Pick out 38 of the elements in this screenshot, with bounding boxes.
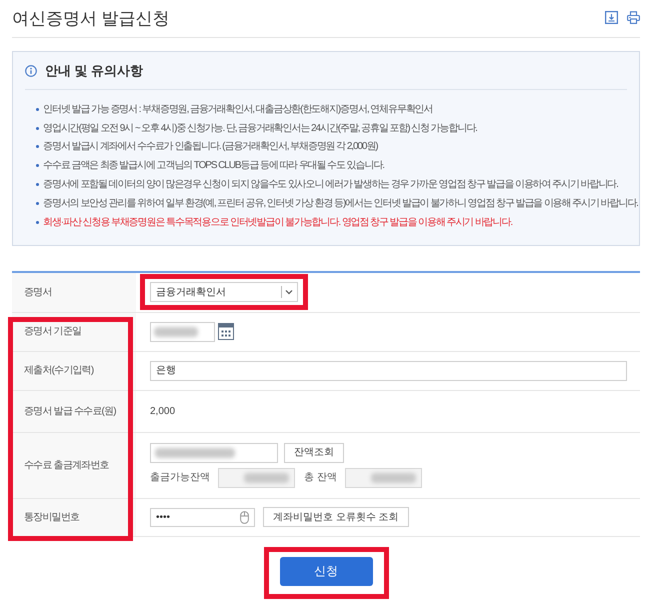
print-icon[interactable] [627,10,640,24]
form-label: 제출처(수기입력) [12,352,136,391]
notice-title: 안내 및 유의사항 [45,62,144,80]
form-label: 통장비밀번호 [12,498,136,537]
notice-item: 수수료 금액은 최종 발급시에 고객님의 TOPS CLUB등급 등에 따라 우대될 수도 있습니다. [43,159,384,174]
text-field[interactable]: 은행 [150,360,627,381]
form-label: 증명서 발급 수수료(원) [12,390,136,433]
submit-button[interactable]: 신청 [280,556,372,586]
fee-value: 2,000 [150,404,176,419]
bullet-icon [36,183,39,186]
page-title: 여신증명서 발급신청 [12,10,170,27]
calendar-icon[interactable] [218,323,234,340]
notice-item: 증명서 발급시 계좌에서 수수료가 인출됩니다. (금융거래확인서, 부채증명원 각 2,000원) [43,140,378,154]
balance-label: 총 잔액 [304,471,337,486]
balance-label: 출금가능잔액 [150,471,210,486]
bullet-icon [36,126,39,130]
bullet-icon [36,108,39,111]
notice-item: 영업시간(평일 오전 9시 ~ 오후 4시)중 신청가능. 단, 금융거래확인서는 24시간(주말, 공휴일 포함) 신청 가능합니다. [43,122,477,136]
info-icon [25,64,37,76]
password-field[interactable]: •••• [150,508,255,527]
notice-item: 인터넷 발급 가능 증명서 : 부채증명원, 금융거래확인서, 대출금상환(한도해지)증명서, 연체유무확인서 [43,102,433,117]
account-field[interactable] [150,442,278,463]
form-label: 증명서 [12,272,136,313]
bullet-icon [36,220,39,224]
notice-item: 회생·파산 신청용 부채증명원은 특수목적용으로 인터넷발급이 불가능합니다. 영업점 창구 발급을 이용해 주시기 바랍니다. [43,216,512,230]
form-label: 수수료 출금계좌번호 [12,432,136,499]
certificate-select[interactable]: 금융거래확인서 [150,282,298,302]
mouse-icon[interactable] [240,510,249,524]
chevron-down-icon [281,286,293,298]
error-count-button[interactable]: 계좌비밀번호 오류횟수 조회 [263,507,409,528]
download-icon[interactable] [605,10,618,24]
notice-item: 증명서에 포함될 데이터의 양이 많은경우 신청이 되지 않을수도 있사오니 에러가 발생하는 경우 가까운 영업점 창구 발급을 이용하여 주시기 바랍니다. [43,178,618,192]
balance-inquiry-button[interactable]: 잔액조회 [284,442,344,463]
bullet-icon [36,164,39,168]
date-field[interactable] [150,322,215,342]
bullet-icon [36,145,39,148]
bullet-icon [36,202,39,205]
notice-item: 증명서의 보안성 관리를 위하여 일부 환경(예, 프린터 공유, 인터넷 가상 환경 등)에서는 인터넷 발급이 불가하니 영업점 창구 발급을 이용해 주시기 바랍니다. [43,196,638,211]
